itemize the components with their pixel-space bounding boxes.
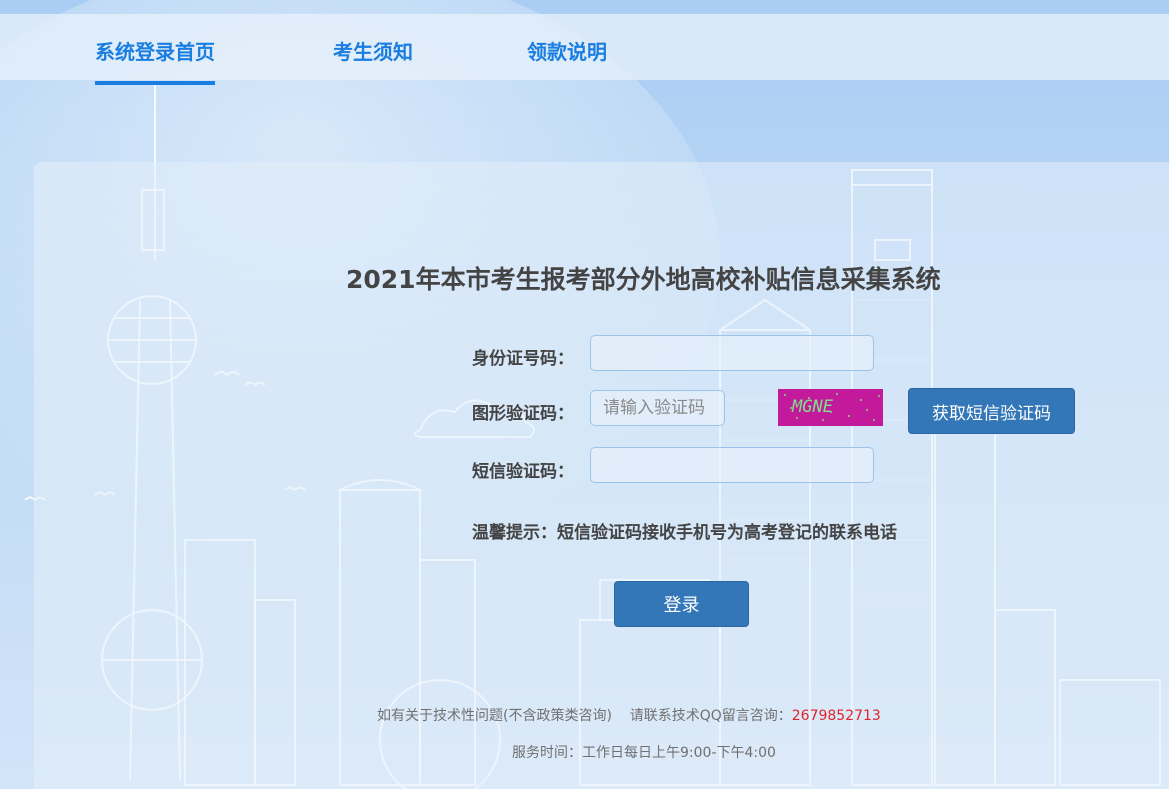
nav-tab-login-home[interactable]: 系统登录首页 xyxy=(95,36,215,85)
page-title: 2021年本市考生报考部分外地高校补贴信息采集系统 xyxy=(346,265,941,294)
footer-support-text: 如有关于技术性问题(不含政策类咨询) 请联系技术QQ留言咨询： xyxy=(377,708,792,724)
warm-tip: 温馨提示：短信验证码接收手机号为高考登记的联系电话 xyxy=(472,523,897,543)
sms-code-label: 短信验证码： xyxy=(472,462,574,482)
get-sms-code-button[interactable]: 获取短信验证码 xyxy=(908,388,1075,434)
id-number-label: 身份证号码： xyxy=(472,349,574,369)
captcha-image[interactable]: MGNE xyxy=(778,389,883,426)
id-number-input[interactable] xyxy=(590,335,874,371)
captcha-input[interactable] xyxy=(590,390,725,426)
captcha-text: MGNE xyxy=(791,397,834,417)
nav-tab-exam-notice[interactable]: 考生须知 xyxy=(333,36,413,65)
footer-support-line: 如有关于技术性问题(不含政策类咨询) 请联系技术QQ留言咨询：267985271… xyxy=(377,705,881,725)
nav-tab-payment-guide[interactable]: 领款说明 xyxy=(527,36,607,65)
support-qq-number: 2679852713 xyxy=(791,708,881,724)
sms-code-input[interactable] xyxy=(590,447,874,483)
footer-service-hours: 服务时间：工作日每日上午9:00-下午4:00 xyxy=(512,745,776,761)
login-button[interactable]: 登录 xyxy=(614,581,749,627)
captcha-label: 图形验证码： xyxy=(472,404,574,424)
